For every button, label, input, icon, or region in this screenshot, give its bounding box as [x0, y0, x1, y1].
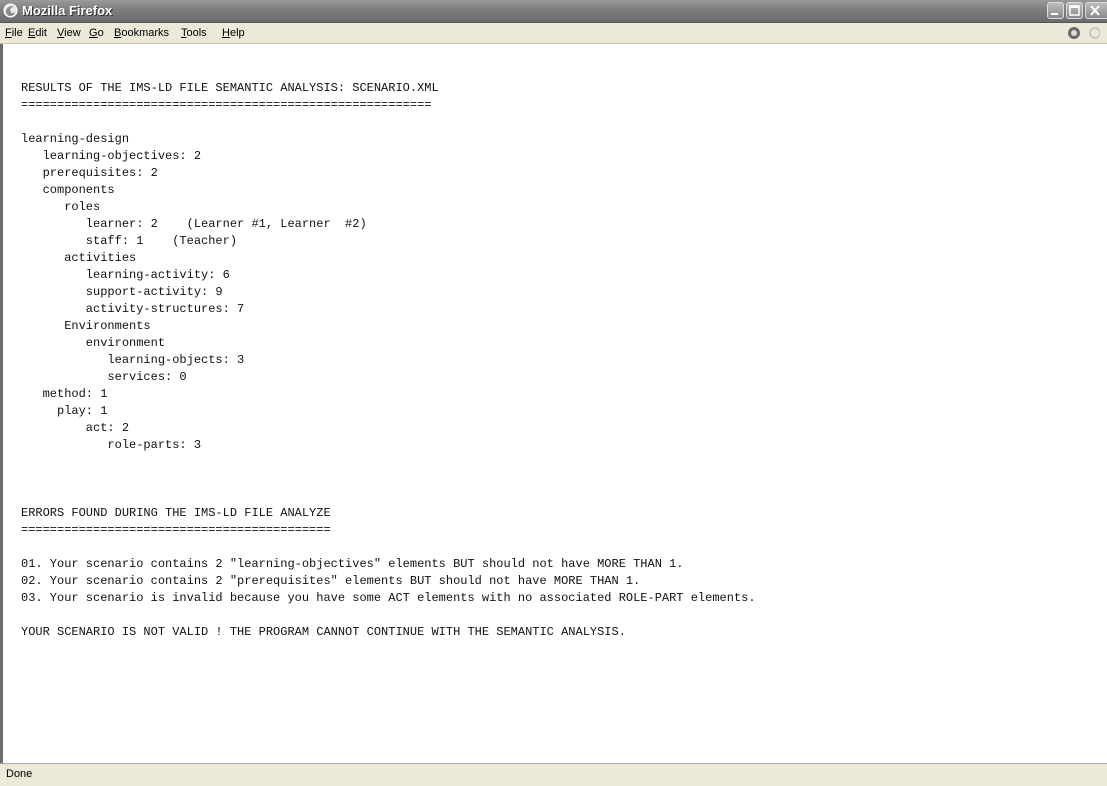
tree-line: method: 1 — [21, 387, 108, 401]
menu-tools[interactable]: Tools — [181, 27, 207, 39]
maximize-icon — [1069, 5, 1080, 16]
tree-line: services: 0 — [21, 370, 187, 384]
tree-line: Environments — [21, 319, 151, 333]
title-rule: ========================================… — [21, 98, 432, 112]
close-button[interactable] — [1085, 2, 1107, 19]
menu-bar: File Edit View Go Bookmarks Tools Help — [0, 23, 1107, 44]
minimize-button[interactable] — [1047, 2, 1064, 19]
menu-view-label: iew — [64, 27, 81, 39]
tree-line: play: 1 — [21, 404, 108, 418]
tree-line: act: 2 — [21, 421, 130, 435]
menu-file[interactable]: File — [5, 27, 23, 39]
menu-bookmarks[interactable]: Bookmarks — [114, 27, 169, 39]
throbber-ring-icon — [1089, 27, 1100, 39]
close-icon — [1090, 5, 1100, 16]
menu-view[interactable]: View — [57, 27, 81, 39]
minimize-icon — [1051, 13, 1058, 15]
page-content[interactable]: RESULTS OF THE IMS-LD FILE SEMANTIC ANAL… — [3, 44, 1107, 763]
tree-line: learning-objects: 3 — [21, 353, 245, 367]
tree-line: role-parts: 3 — [21, 438, 202, 452]
tree-line: activity-structures: 7 — [21, 302, 245, 316]
tree-line: activities — [21, 251, 137, 265]
report-title: RESULTS OF THE IMS-LD FILE SEMANTIC ANAL… — [21, 81, 439, 95]
menu-file-accel: F — [5, 27, 12, 39]
error-line: 01. Your scenario contains 2 "learning-o… — [21, 557, 684, 571]
tree-line: learning-activity: 6 — [21, 268, 230, 282]
analysis-report: RESULTS OF THE IMS-LD FILE SEMANTIC ANAL… — [21, 80, 756, 641]
menu-edit[interactable]: Edit — [28, 27, 47, 39]
menu-help-label: elp — [229, 27, 245, 39]
menu-help-accel: H — [222, 27, 230, 39]
menu-tools-label: ools — [186, 27, 207, 39]
window-title: Mozilla Firefox — [22, 3, 113, 18]
tree-line: support-activity: 9 — [21, 285, 223, 299]
status-bar: Done — [0, 763, 1107, 786]
tree-line: components — [21, 183, 115, 197]
error-line: 02. Your scenario contains 2 "prerequisi… — [21, 574, 641, 588]
tree-line: learner: 2 (Learner #1, Learner #2) — [21, 217, 367, 231]
tree-line: roles — [21, 200, 101, 214]
conclusion: YOUR SCENARIO IS NOT VALID ! THE PROGRAM… — [21, 625, 626, 639]
tree-line: environment — [21, 336, 166, 350]
menu-file-label: ile — [11, 27, 23, 39]
maximize-button[interactable] — [1066, 2, 1083, 19]
tree-line: learning-objectives: 2 — [21, 149, 202, 163]
menu-help[interactable]: Help — [222, 27, 245, 39]
errors-rule: ========================================… — [21, 523, 331, 537]
menu-go-accel: G — [89, 27, 98, 39]
errors-title: ERRORS FOUND DURING THE IMS-LD FILE ANAL… — [21, 506, 331, 520]
tree-line: prerequisites: 2 — [21, 166, 158, 180]
menu-go-label: o — [97, 27, 104, 39]
menu-bookmarks-label: ookmarks — [121, 27, 170, 39]
firefox-icon — [3, 3, 18, 18]
menu-go[interactable]: Go — [89, 27, 104, 39]
throbber-icon — [1068, 27, 1080, 39]
menu-edit-label: dit — [35, 27, 47, 39]
error-line: 03. Your scenario is invalid because you… — [21, 591, 756, 605]
tree-line: learning-design — [21, 132, 130, 146]
title-bar[interactable]: Mozilla Firefox — [0, 0, 1107, 23]
tree-line: staff: 1 (Teacher) — [21, 234, 238, 248]
status-text: Done — [6, 768, 33, 780]
